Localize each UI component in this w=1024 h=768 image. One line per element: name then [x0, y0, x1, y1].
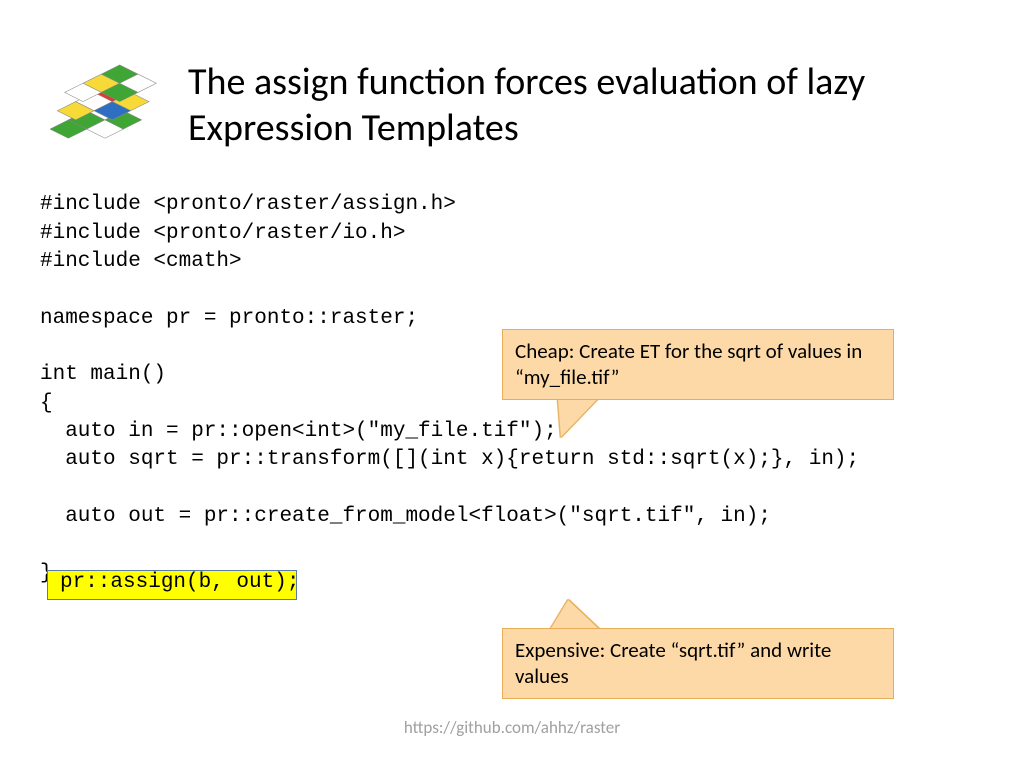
callout-tail-bottom [550, 600, 604, 630]
slide-title: The assign function forces evaluation of… [188, 60, 974, 151]
footer-link: https://github.com/ahhz/raster [0, 717, 1024, 738]
callout-expensive: Expensive: Create “sqrt.tif” and write v… [502, 628, 894, 699]
callout-cheap: Cheap: Create ET for the sqrt of values … [502, 329, 894, 400]
stacked-cubes-logo [50, 60, 160, 145]
code-highlight-text: pr::assign(b, out); [60, 571, 299, 594]
